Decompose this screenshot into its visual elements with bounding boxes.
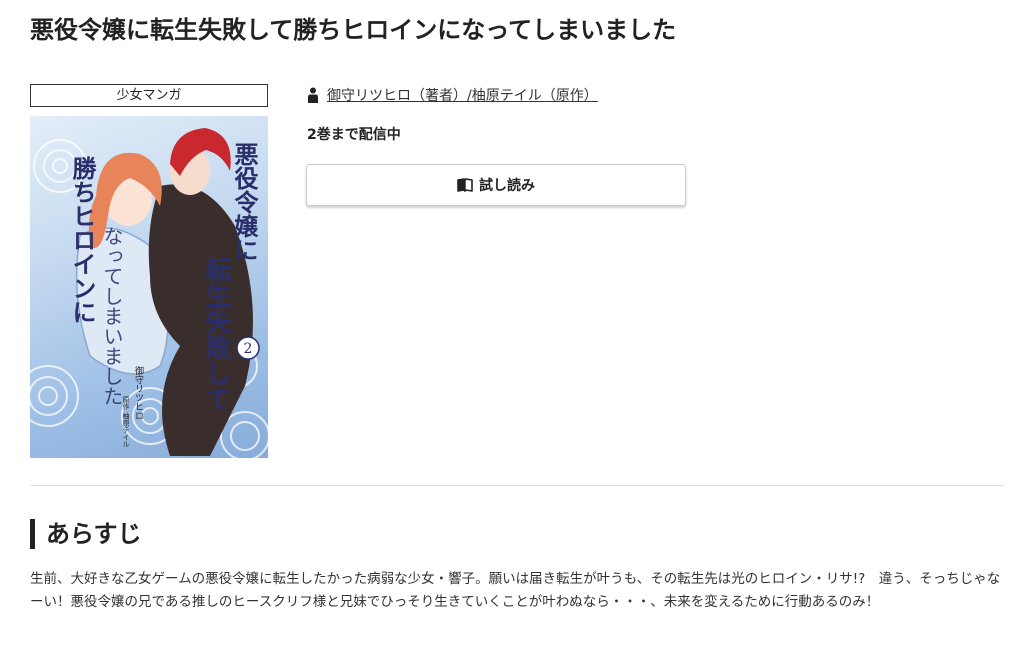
heading-bar — [30, 519, 35, 549]
author-link[interactable]: 御守リツヒロ（著者）/柚原テイル（原作） — [327, 85, 598, 105]
synopsis-title: あらすじ — [46, 520, 142, 548]
cover-illustration: 悪役令嬢に 転生失敗して 勝ちヒロインに なってしまいました 2 御守リツヒロ … — [30, 128, 268, 458]
person-icon — [308, 87, 318, 103]
svg-text:2: 2 — [244, 341, 253, 357]
svg-text:転生失敗して: 転生失敗して — [201, 256, 231, 412]
svg-text:御守リツヒロ: 御守リツヒロ — [133, 365, 144, 420]
book-icon — [457, 178, 473, 192]
author-line: 御守リツヒロ（著者）/柚原テイル（原作） — [307, 84, 598, 106]
svg-text:勝ちヒロインに: 勝ちヒロインに — [68, 156, 96, 324]
availability-text: 2巻まで配信中 — [307, 127, 401, 143]
synopsis-heading: あらすじ — [30, 518, 142, 550]
trial-read-button[interactable]: 試し読み — [306, 164, 686, 206]
section-divider — [30, 485, 1004, 486]
genre-tag[interactable]: 少女マンガ — [30, 84, 268, 107]
page-title: 悪役令嬢に転生失敗して勝ちヒロインになってしまいました — [30, 16, 677, 44]
cover-image[interactable]: 悪役令嬢に 転生失敗して 勝ちヒロインに なってしまいました 2 御守リツヒロ … — [30, 116, 268, 458]
synopsis-text: 生前、大好きな乙女ゲームの悪役令嬢に転生したかった病弱な少女・響子。願いは届き転… — [30, 571, 1001, 610]
svg-text:なってしまいました: なってしまいました — [100, 226, 124, 406]
svg-text:悪役令嬢に: 悪役令嬢に — [230, 142, 258, 262]
svg-text:原作 柚原テイル: 原作 柚原テイル — [122, 396, 130, 447]
trial-read-label: 試し読み — [479, 178, 535, 194]
